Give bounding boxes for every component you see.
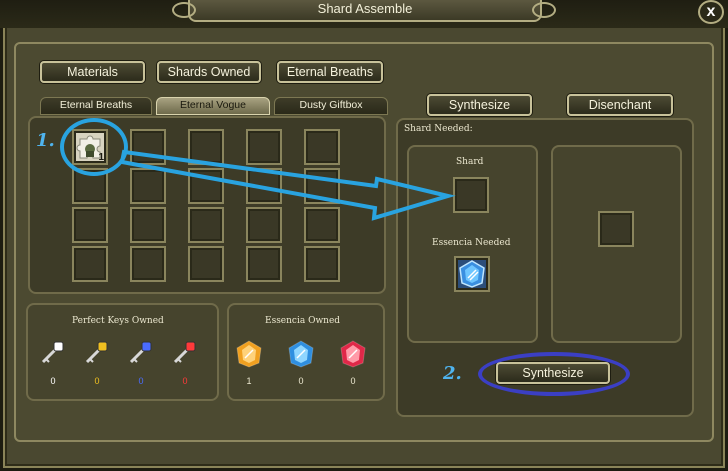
annotation-arrow xyxy=(119,149,456,221)
